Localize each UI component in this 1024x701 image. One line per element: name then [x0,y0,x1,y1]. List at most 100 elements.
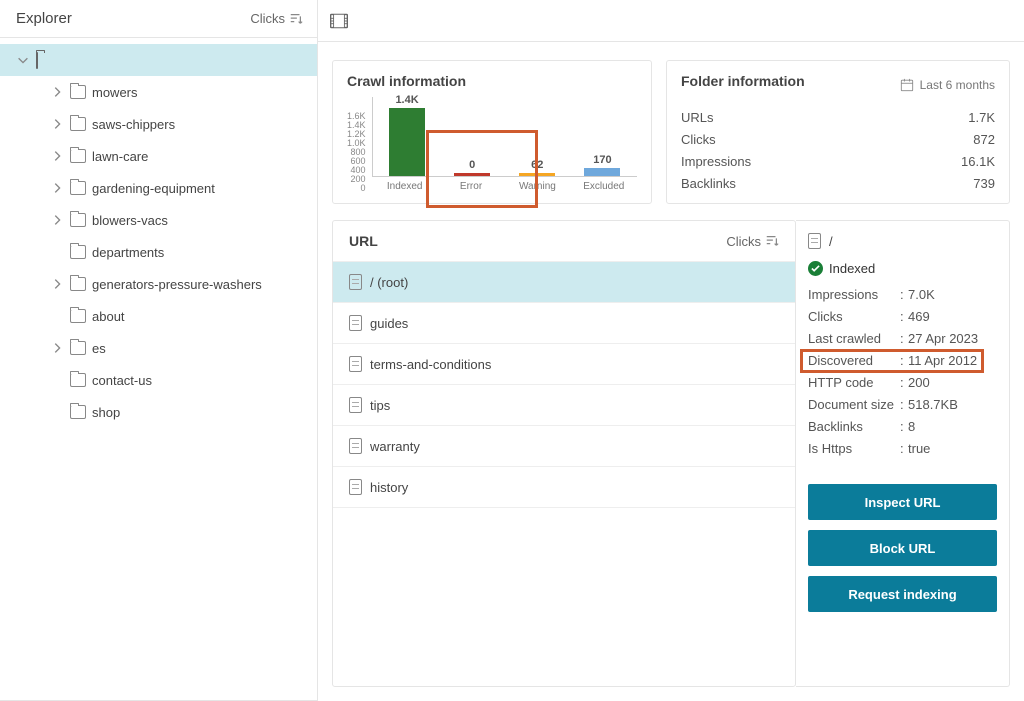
bar-group[interactable]: 1.4K [384,94,430,176]
time-range[interactable]: Last 6 months [900,78,995,92]
url-row[interactable]: terms-and-conditions [333,344,795,385]
bar-value: 170 [593,154,611,166]
detail-buttons: Inspect URL Block URL Request indexing [808,484,997,612]
tree-item[interactable]: gardening-equipment [0,172,317,204]
url-sort-label: Clicks [726,234,761,249]
metric-row: Clicks872 [681,129,995,151]
url-label: terms-and-conditions [370,357,491,372]
kv-key: Last crawled [808,328,900,350]
url-sort[interactable]: Clicks [726,234,779,249]
bar-value: 62 [531,159,543,171]
chevron-down-icon [16,53,30,67]
chevron-right-icon [50,117,64,131]
kv-value: 27 Apr 2023 [908,328,997,350]
chevron-right-icon [50,277,64,291]
folder-icon [70,373,86,387]
bar [454,173,490,176]
document-icon [349,315,362,331]
explorer-sort[interactable]: Clicks [250,11,303,26]
tree-item[interactable]: saws-chippers [0,108,317,140]
folder-title: Folder information [681,73,805,89]
kv-key: Backlinks [808,416,900,438]
metric-label: Clicks [681,129,716,151]
detail-kv-row: Discovered:11 Apr 2012 [808,350,997,372]
url-label: history [370,480,408,495]
kv-colon: : [900,416,908,438]
crawl-y-axis: 1.6K1.4K1.2K1.0K8006004002000 [347,112,366,192]
kv-colon: : [900,306,908,328]
tree-item[interactable]: lawn-care [0,140,317,172]
tree-item[interactable]: mowers [0,76,317,108]
tree-item-label: lawn-care [92,149,148,164]
kv-key: Discovered [808,350,900,372]
url-label: warranty [370,439,420,454]
explorer-tree: mowers saws-chippers lawn-care gardening-eq… [0,38,317,428]
tree-item-label: mowers [92,85,138,100]
url-row[interactable]: warranty [333,426,795,467]
metric-value: 1.7K [968,107,995,129]
sort-icon [289,12,303,26]
tree-item[interactable]: generators-pressure-washers [0,268,317,300]
inspect-url-button[interactable]: Inspect URL [808,484,997,520]
bar-label: Excluded [581,181,627,192]
bar-group[interactable]: 170 [579,154,625,176]
url-label: / (root) [370,275,408,290]
url-row[interactable]: tips [333,385,795,426]
info-panels: Crawl information 1.6K1.4K1.2K1.0K800600… [318,42,1024,204]
main-area: Crawl information 1.6K1.4K1.2K1.0K800600… [318,0,1024,701]
bar-value: 0 [469,159,475,171]
chevron-right-icon [50,213,64,227]
detail-path-row: / [808,233,997,249]
crawl-bar-labels: IndexedErrorWarningExcluded [372,181,637,192]
tree-item[interactable]: about [0,300,317,332]
tree-item[interactable]: departments [0,236,317,268]
kv-key: Impressions [808,284,900,306]
movie-icon[interactable] [330,13,348,29]
kv-key: Is Https [808,438,900,460]
folder-icon [70,245,86,259]
folder-icon [70,149,86,163]
document-icon [349,479,362,495]
detail-scroll[interactable]: / Indexed Impressions:7.0KClicks:469Last… [796,221,1009,686]
metric-label: URLs [681,107,714,129]
url-row[interactable]: history [333,467,795,508]
kv-colon: : [900,394,908,416]
kv-value: true [908,438,997,460]
folder-icon [70,277,86,291]
kv-value: 200 [908,372,997,394]
url-row[interactable]: / (root) [333,262,795,303]
kv-key: HTTP code [808,372,900,394]
tree-item[interactable]: shop [0,396,317,428]
tree-item[interactable]: contact-us [0,364,317,396]
crawl-bars: 1.4K 0 62 170 [372,97,637,177]
kv-value: 518.7KB [908,394,997,416]
detail-kv-row: Clicks:469 [808,306,997,328]
bar-group[interactable]: 62 [514,159,560,176]
request-indexing-button[interactable]: Request indexing [808,576,997,612]
tree-root[interactable] [0,44,317,76]
tree-item-label: departments [92,245,164,260]
sort-icon [765,234,779,248]
metric-row: Impressions16.1K [681,151,995,173]
detail-kv-row: Is Https:true [808,438,997,460]
bar-group[interactable]: 0 [449,159,495,176]
tree-item-label: saws-chippers [92,117,175,132]
tree-item[interactable]: blowers-vacs [0,204,317,236]
block-url-button[interactable]: Block URL [808,530,997,566]
explorer-title: Explorer [16,10,72,27]
bar-value: 1.4K [395,94,418,106]
kv-key: Clicks [808,306,900,328]
tree-item-label: gardening-equipment [92,181,215,196]
detail-path: / [829,234,833,249]
metric-value: 16.1K [961,151,995,173]
metric-label: Backlinks [681,173,736,195]
crawl-panel: Crawl information 1.6K1.4K1.2K1.0K800600… [332,60,652,204]
tree-item[interactable]: es [0,332,317,364]
check-icon [808,261,823,276]
bar [519,173,555,176]
url-row[interactable]: guides [333,303,795,344]
y-tick: 0 [347,184,366,193]
content-row: URL Clicks / (root)guidesterms-and-condi… [318,204,1024,701]
document-icon [349,438,362,454]
bar [584,168,620,176]
